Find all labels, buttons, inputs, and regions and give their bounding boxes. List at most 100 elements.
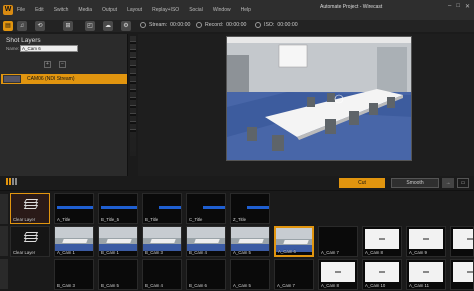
camera-thumbnail <box>409 229 443 249</box>
record-status[interactable]: Record: 00:00:00 <box>196 22 246 28</box>
shot-label: B_Cam 1 <box>101 250 119 255</box>
layer-row-handle[interactable] <box>0 194 8 224</box>
transition-settings-icon[interactable]: ▭ <box>457 178 469 188</box>
layer-row-handle[interactable] <box>0 259 8 289</box>
menu-layout[interactable]: Layout <box>127 7 142 13</box>
layer-thumbnail <box>3 75 21 83</box>
menu-window[interactable]: Window <box>213 7 231 13</box>
stream-icon <box>140 22 146 28</box>
shot-partial[interactable] <box>450 226 474 257</box>
shot-b-cam-5[interactable]: B_Cam 5 <box>98 259 138 290</box>
name-label: Name: <box>6 46 20 51</box>
menu-edit[interactable]: Edit <box>35 7 44 13</box>
stream-label: Stream: <box>149 22 168 28</box>
shot-b-cam-3[interactable]: B_Cam 3 <box>142 226 182 257</box>
shot-label: A_Cam 7 <box>277 283 295 288</box>
shot-label: Clear Layer <box>13 217 36 222</box>
shot-label: C_Title <box>189 217 203 222</box>
shot-a-cam-11[interactable]: A_Cam 11 <box>406 259 446 290</box>
shot-partial[interactable] <box>450 259 474 290</box>
minimize-icon[interactable]: – <box>448 3 451 10</box>
shot-a-cam-8-row3[interactable]: A_Cam 8 <box>318 259 358 290</box>
shot-a-title[interactable]: A_Title <box>54 193 94 224</box>
cloud-icon[interactable]: ☁ <box>103 21 113 31</box>
shot-z-title[interactable]: Z_Title <box>230 193 270 224</box>
smooth-transition-dropdown[interactable]: Smooth <box>391 178 439 188</box>
shot-a-cam-7[interactable]: A_Cam 7 <box>318 226 358 257</box>
shot-label: B_Cam 3 <box>57 283 75 288</box>
shot-clear-layer[interactable]: Clear Layer <box>10 193 50 224</box>
shot-bin: Clear Layer A_Title B_Title_5 B_Title C_… <box>0 191 474 291</box>
audio-mixer-icon[interactable]: ♫ <box>17 21 27 31</box>
shot-label: A_Cam 8 <box>321 283 339 288</box>
shot-label: A_Cam 7 <box>321 250 339 255</box>
record-label: Record: <box>205 22 224 28</box>
conference-room-image <box>227 37 411 160</box>
shot-a-cam-10[interactable]: A_Cam 10 <box>362 259 402 290</box>
remove-layer-button[interactable]: − <box>59 61 66 68</box>
shot-label: B_Cam 4 <box>189 250 207 255</box>
shot-label: Clear Layer <box>13 250 36 255</box>
tools-icon[interactable]: ⚙ <box>121 21 131 31</box>
camera-thumbnail <box>453 229 473 249</box>
shot-b-title[interactable]: B_Title <box>142 193 182 224</box>
shot-b-title-5[interactable]: B_Title_5 <box>98 193 138 224</box>
title-bar <box>203 206 225 209</box>
shot-a-cam-5-row3[interactable]: A_Cam 5 <box>230 259 270 290</box>
shot-label: B_Cam 4 <box>145 283 163 288</box>
shot-b-cam-4[interactable]: B_Cam 4 <box>186 226 226 257</box>
record-time: 00:00:00 <box>226 22 247 28</box>
menu-social[interactable]: Social <box>189 7 203 13</box>
shot-label: Z_Title <box>233 217 246 222</box>
title-bar <box>247 206 269 209</box>
maximize-icon[interactable]: □ <box>456 3 460 10</box>
camera-thumbnail <box>143 227 181 251</box>
live-preview[interactable] <box>226 36 412 161</box>
camera-thumbnail <box>55 227 93 251</box>
camera-thumbnail <box>453 262 473 282</box>
menu-replay-iso[interactable]: Replay+ISO <box>152 7 179 13</box>
shot-clear-layer[interactable]: Clear Layer <box>10 226 50 257</box>
stream-status[interactable]: Stream: 00:00:00 <box>140 22 190 28</box>
shot-a-cam-8[interactable]: A_Cam 8 <box>362 226 402 257</box>
menu-help[interactable]: Help <box>241 7 251 13</box>
iso-label: ISO: <box>264 22 275 28</box>
close-icon[interactable]: ✕ <box>465 3 470 10</box>
menu-switch[interactable]: Switch <box>54 7 69 13</box>
shot-a-cam-1[interactable]: A_Cam 1 <box>54 226 94 257</box>
shot-a-cam-9[interactable]: A_Cam 9 <box>406 226 446 257</box>
layer-row[interactable]: CAM06 (NDI Stream) <box>1 74 127 84</box>
stream-time: 00:00:00 <box>170 22 191 28</box>
shot-layers-title: Shot Layers <box>6 37 41 44</box>
shot-b-cam-3-row3[interactable]: B_Cam 3 <box>54 259 94 290</box>
menu-file[interactable]: File <box>17 7 25 13</box>
menu-output[interactable]: Output <box>102 7 117 13</box>
shot-c-title[interactable]: C_Title <box>186 193 226 224</box>
iso-icon <box>255 22 261 28</box>
wirecast-logo-icon[interactable]: W <box>3 5 13 15</box>
add-layer-button[interactable]: + <box>44 61 51 68</box>
transitions-icon[interactable]: ⊞ <box>63 21 73 31</box>
shot-b-cam-6[interactable]: B_Cam 6 <box>186 259 226 290</box>
shot-label: A_Cam 5 <box>233 250 251 255</box>
add-icon[interactable]: ◰ <box>85 21 95 31</box>
shot-b-cam-4-row3[interactable]: B_Cam 4 <box>142 259 182 290</box>
title-bar <box>101 206 137 209</box>
cut-button[interactable]: Cut <box>339 178 385 188</box>
layers-icon[interactable]: ▤ <box>3 21 13 31</box>
go-button[interactable]: → <box>442 178 454 188</box>
shot-a-cam-7-row3[interactable]: A_Cam 7 <box>274 259 314 290</box>
camera-thumbnail <box>99 227 137 251</box>
shot-label: A_Cam 9 <box>409 250 427 255</box>
menu-bar: W File Edit Switch Media Output Layout R… <box>0 0 474 20</box>
menu-media[interactable]: Media <box>78 7 92 13</box>
layer-row-handle[interactable] <box>0 226 8 256</box>
shot-name-field[interactable]: A_Cam 6 <box>20 45 78 52</box>
shot-label: A_Cam 11 <box>409 283 429 288</box>
shot-a-cam-5[interactable]: A_Cam 5 <box>230 226 270 257</box>
iso-status[interactable]: ISO: 00:00:00 <box>255 22 298 28</box>
shot-layers-panel: Shot Layers Name: A_Cam 6 + − CAM06 (NDI… <box>0 34 128 176</box>
shot-a-cam-6-live[interactable]: A_Cam 6 <box>274 226 314 257</box>
replay-icon[interactable]: ⟲ <box>35 21 45 31</box>
shot-b-cam-1[interactable]: B_Cam 1 <box>98 226 138 257</box>
